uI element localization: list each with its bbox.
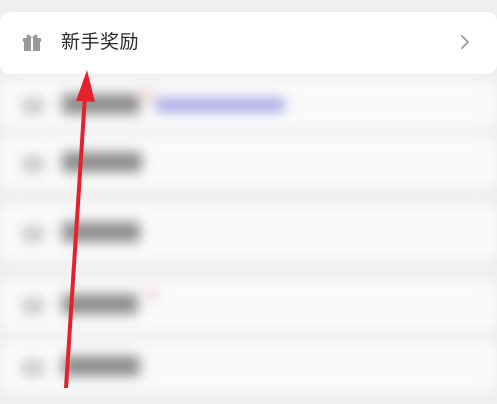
blurred-icon (22, 360, 44, 376)
list-item (0, 280, 497, 330)
blurred-icon (22, 98, 44, 114)
blurred-text (62, 94, 140, 114)
list-item (0, 204, 497, 260)
menu-item-label: 新手奖励 (61, 31, 140, 53)
list-item (0, 80, 497, 128)
blurred-text (62, 222, 140, 242)
blurred-text (62, 294, 138, 314)
badge-dot (148, 290, 156, 298)
blurred-text (62, 356, 140, 376)
list-item (0, 342, 497, 392)
blurred-link (155, 98, 285, 112)
gift-icon (23, 34, 41, 51)
badge-dot (145, 90, 153, 98)
blurred-menu-list (0, 74, 497, 404)
list-item (0, 136, 497, 188)
chevron-right-icon (461, 35, 469, 49)
blurred-icon (22, 226, 44, 242)
blurred-icon (22, 298, 44, 314)
blurred-text (62, 152, 142, 172)
blurred-icon (22, 156, 44, 172)
newbie-reward-menu-item[interactable]: 新手奖励 (0, 12, 497, 74)
